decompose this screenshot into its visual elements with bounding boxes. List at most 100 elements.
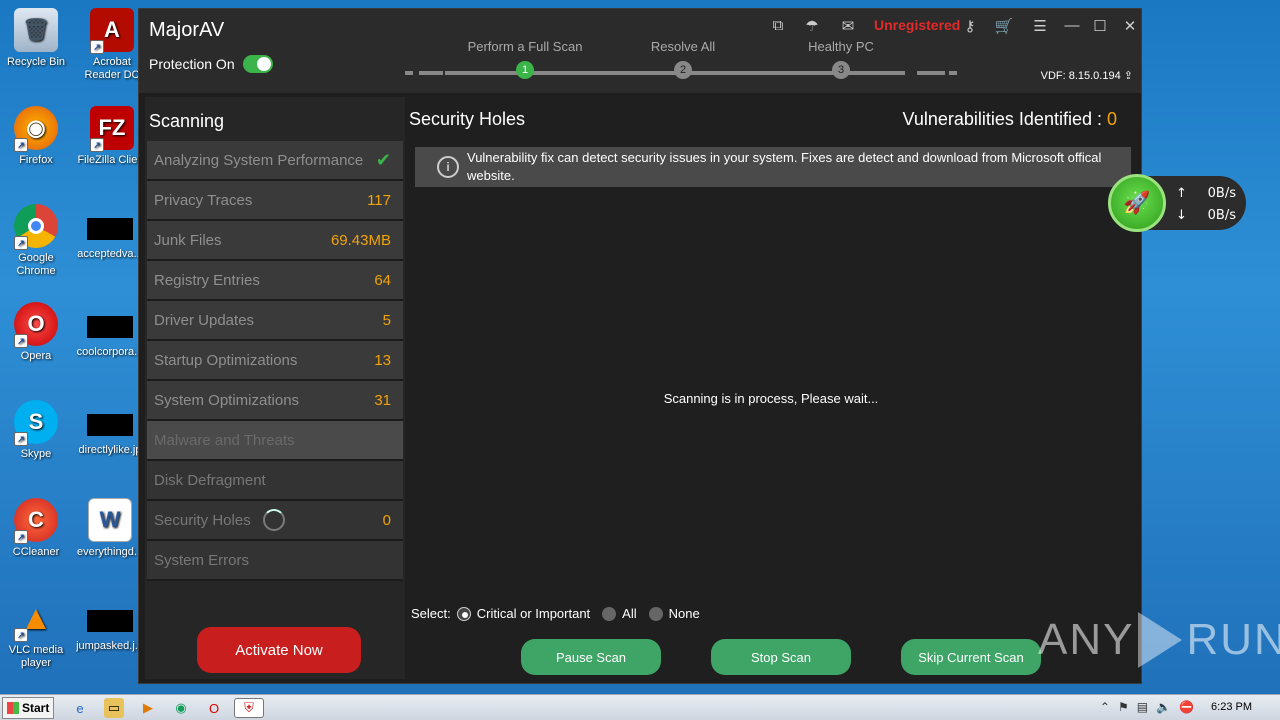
desktop-icon-opera[interactable]: O ↗ Opera xyxy=(0,302,72,363)
app-title: MajorAV xyxy=(149,19,225,41)
rocket-icon[interactable]: 🚀 xyxy=(1108,174,1166,232)
upload-speed: ↑ 0B/s xyxy=(1176,186,1236,201)
file-icon xyxy=(87,218,133,240)
desktop-icon-ccleaner[interactable]: C ↗ CCleaner xyxy=(0,498,72,559)
scan-item[interactable]: Startup Optimizations 13 xyxy=(147,341,403,381)
vulnerabilities-identified: Vulnerabilities Identified : 0 xyxy=(902,108,1117,129)
file-icon xyxy=(87,610,133,632)
info-icon: i xyxy=(437,156,459,178)
select-filter: Select: Critical or Important All None xyxy=(411,606,700,621)
ie-icon[interactable]: e xyxy=(70,698,90,718)
details-panel: Security Holes Vulnerabilities Identifie… xyxy=(405,97,1137,679)
info-banner: i Vulnerability fix can detect security … xyxy=(415,147,1131,187)
minimize-icon[interactable]: — xyxy=(1061,17,1083,34)
action-center-icon[interactable]: ⚑ xyxy=(1118,700,1129,714)
step-resolve-all: Resolve All 2 xyxy=(603,39,763,80)
screen-monitor-icon[interactable]: ⧉ xyxy=(767,17,789,34)
filezilla-icon: FZ ↗ xyxy=(90,106,134,152)
opera-icon: O ↗ xyxy=(14,302,58,348)
close-icon[interactable]: ✕ xyxy=(1119,17,1141,35)
maximize-icon[interactable]: ☐ xyxy=(1089,17,1111,35)
chrome-icon: ↗ xyxy=(14,204,58,250)
desktop-icon-vlc[interactable]: ▲ ↗ VLC media player xyxy=(0,596,72,670)
windows-logo-icon xyxy=(7,702,19,714)
checkmark-icon: ✔ xyxy=(375,149,391,170)
opera-taskbar-icon[interactable]: O xyxy=(204,698,224,718)
desktop-icon-firefox[interactable]: ◉ ↗ Firefox xyxy=(0,106,72,167)
mail-icon[interactable]: ✉ xyxy=(837,17,859,35)
top-bar: MajorAV Protection On Perform a Full Sca… xyxy=(139,9,1141,93)
step-dash xyxy=(419,71,443,75)
anyrun-watermark: ANY RUN xyxy=(1038,612,1280,668)
unregistered-link[interactable]: Unregistered xyxy=(874,17,960,33)
ccleaner-icon: C ↗ xyxy=(14,498,58,544)
network-speed-widget[interactable]: 🚀 ↑ 0B/s ↓ 0B/s xyxy=(1108,174,1246,232)
radio-all[interactable] xyxy=(602,606,617,621)
scanning-title: Scanning xyxy=(149,111,225,131)
activate-now-button[interactable]: Activate Now xyxy=(197,627,361,673)
pause-scan-button[interactable]: Pause Scan xyxy=(521,639,661,675)
cloud-upload-icon[interactable]: ⇪ xyxy=(1124,70,1133,82)
desktop-icon-skype[interactable]: S ↗ Skype xyxy=(0,400,72,461)
scan-item[interactable]: Disk Defragment xyxy=(147,461,403,501)
file-icon xyxy=(87,316,133,338)
desktop-icon-word-doc[interactable]: W everythingd... xyxy=(74,498,146,559)
tray-expand-icon[interactable]: ⌃ xyxy=(1100,700,1110,714)
details-title: Security Holes xyxy=(409,108,526,129)
explorer-icon[interactable]: ▭ xyxy=(104,698,124,718)
scan-item[interactable]: Driver Updates 5 xyxy=(147,301,403,341)
scan-status: Scanning is in process, Please wait... xyxy=(663,391,879,406)
step-dash xyxy=(405,71,413,75)
desktop-icon-file-3[interactable]: directlylike.jp xyxy=(74,400,146,457)
scan-item[interactable]: Privacy Traces 117 xyxy=(147,181,403,221)
key-icon[interactable]: ⚷ xyxy=(959,17,981,35)
info-text: Vulnerability fix can detect security is… xyxy=(467,150,1102,183)
step-dash xyxy=(949,71,957,75)
radio-none[interactable] xyxy=(648,606,663,621)
scan-item[interactable]: System Errors xyxy=(147,541,403,581)
cart-icon[interactable]: 🛒 xyxy=(993,17,1015,35)
network-icon[interactable]: ▤ xyxy=(1137,700,1148,714)
media-player-icon[interactable]: ▶ xyxy=(138,698,158,718)
scan-list-panel: Scanning Analyzing System Performance ✔ … xyxy=(145,97,405,679)
firefox-icon: ◉ ↗ xyxy=(14,106,58,152)
protection-toggle[interactable] xyxy=(242,55,273,73)
start-button[interactable]: Start xyxy=(2,697,54,719)
taskbar: Start e ▭ ▶ ◉ O ⛨ ⌃ ⚑ ▤ 🔈 ⛔ 6:23 PM xyxy=(0,694,1280,720)
vdf-version: VDF: 8.15.0.194 ⇪ xyxy=(1040,70,1133,82)
desktop-icon-file-4[interactable]: jumpasked.j... xyxy=(74,596,146,653)
umbrella-icon[interactable]: ☂ xyxy=(801,17,823,35)
progress-steps: Perform a Full Scan 1 Resolve All 2 Heal… xyxy=(405,39,965,89)
desktop-icon-file-1[interactable]: acceptedva... xyxy=(74,204,146,261)
chrome-taskbar-icon[interactable]: ◉ xyxy=(171,698,191,718)
play-logo-icon xyxy=(1138,612,1183,668)
file-icon xyxy=(87,414,133,436)
volume-icon[interactable]: 🔈 xyxy=(1156,700,1171,714)
scan-item[interactable]: Registry Entries 64 xyxy=(147,261,403,301)
desktop-icon-chrome[interactable]: ↗ Google Chrome xyxy=(0,204,72,278)
skype-icon: S ↗ xyxy=(14,400,58,446)
recycle-bin-icon: 🗑 xyxy=(14,8,58,52)
majorav-window: MajorAV Protection On Perform a Full Sca… xyxy=(138,8,1142,684)
protection-row: Protection On xyxy=(149,55,273,73)
security-warning-icon[interactable]: ⛔ xyxy=(1179,700,1194,714)
scan-item[interactable]: Malware and Threats xyxy=(147,421,403,461)
scan-item[interactable]: System Optimizations 31 xyxy=(147,381,403,421)
skip-current-scan-button[interactable]: Skip Current Scan xyxy=(901,639,1041,675)
arrow-up-icon: ↑ xyxy=(1176,186,1187,201)
system-tray: ⌃ ⚑ ▤ 🔈 ⛔ xyxy=(1100,700,1194,714)
vlc-icon: ▲ ↗ xyxy=(14,596,58,642)
desktop-icon-file-2[interactable]: coolcorpora... xyxy=(74,302,146,359)
stop-scan-button[interactable]: Stop Scan xyxy=(711,639,851,675)
radio-critical[interactable] xyxy=(456,606,471,621)
menu-icon[interactable]: ☰ xyxy=(1029,17,1051,35)
scan-item[interactable]: Junk Files 69.43MB xyxy=(147,221,403,261)
loading-spinner-icon xyxy=(262,509,285,531)
word-doc-icon: W xyxy=(88,498,132,542)
desktop-icon-recycle-bin[interactable]: 🗑 Recycle Bin xyxy=(0,8,72,69)
clock[interactable]: 6:23 PM xyxy=(1211,701,1252,713)
scan-item[interactable]: Analyzing System Performance ✔ xyxy=(147,141,403,181)
step-healthy-pc: Healthy PC 3 xyxy=(761,39,921,80)
scan-item[interactable]: Security Holes 0 xyxy=(147,501,403,541)
majorav-taskbar-icon[interactable]: ⛨ xyxy=(234,698,264,718)
